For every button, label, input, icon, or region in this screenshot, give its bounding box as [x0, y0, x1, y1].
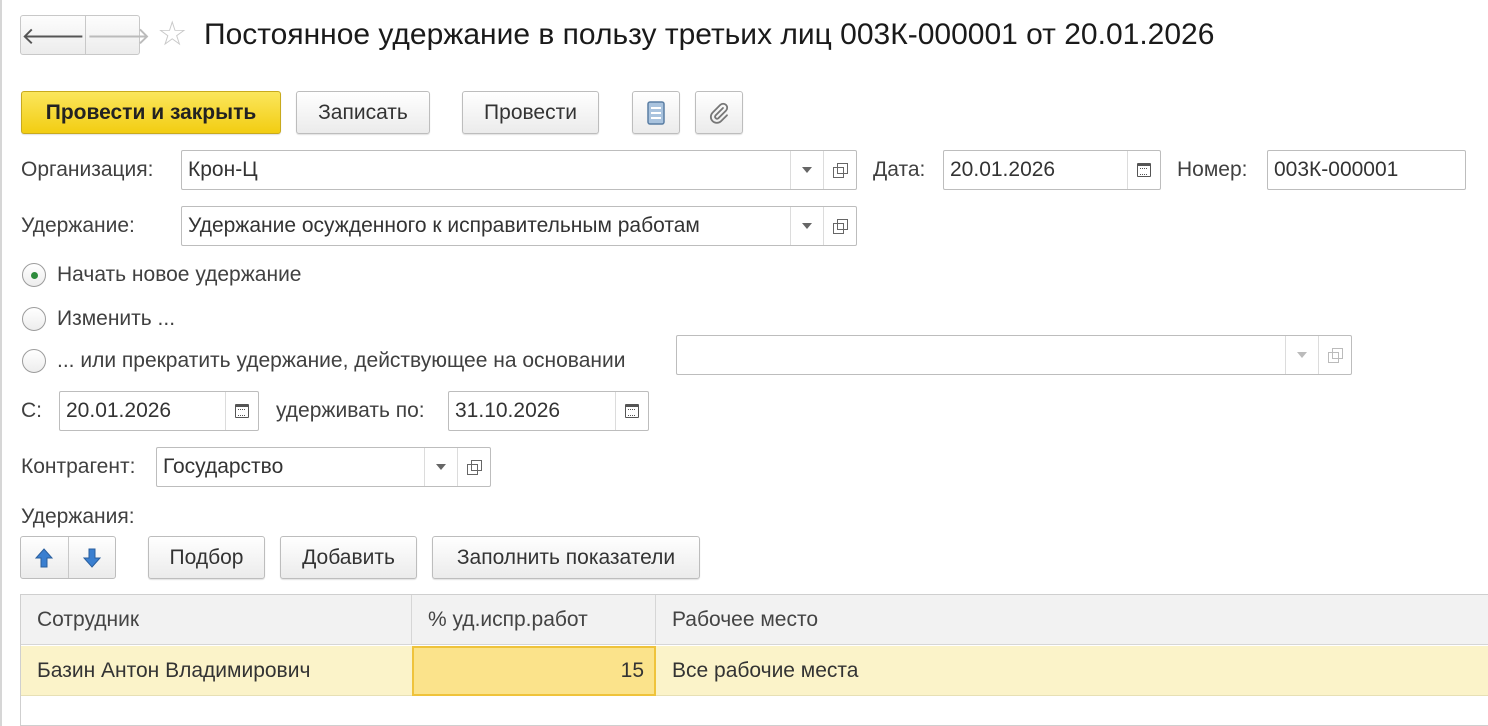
date-label: Дата:	[873, 158, 926, 181]
pick-button[interactable]: Подбор	[148, 536, 265, 579]
navigation-group: 🡐 🡒	[20, 15, 151, 55]
back-button[interactable]: 🡐	[21, 16, 85, 54]
radio-new-deduction[interactable]	[22, 263, 46, 287]
from-label: С:	[21, 399, 42, 422]
arrow-right-icon: 🡒	[86, 21, 151, 50]
basis-document-field[interactable]	[676, 335, 1352, 375]
calendar-icon	[625, 404, 639, 418]
chevron-down-icon	[1297, 352, 1307, 358]
number-value[interactable]: 003К-000001	[1268, 151, 1465, 189]
from-date-field[interactable]: 20.01.2026	[59, 391, 259, 431]
organization-field[interactable]: Крон-Ц	[181, 150, 857, 190]
date-calendar-button[interactable]	[1127, 151, 1160, 189]
calendar-icon	[235, 404, 249, 418]
arrow-down-icon	[82, 548, 101, 568]
table-row[interactable]: Базин Антон Владимирович 15 Все рабочие …	[21, 646, 1488, 696]
counterparty-value[interactable]: Государство	[157, 448, 424, 486]
open-form-icon	[467, 460, 482, 475]
radio-terminate-label[interactable]: ... или прекратить удержание, действующе…	[57, 348, 625, 374]
table-header: Сотрудник % уд.испр.работ Рабочее место	[21, 595, 1488, 645]
until-label: удерживать по:	[276, 399, 425, 422]
until-calendar-button[interactable]	[615, 392, 648, 430]
radio-terminate[interactable]	[22, 349, 46, 373]
cell-percent[interactable]: 15	[412, 646, 656, 696]
basis-document-value[interactable]	[677, 336, 1285, 374]
from-calendar-button[interactable]	[225, 392, 258, 430]
deductions-table: Сотрудник % уд.испр.работ Рабочее место …	[20, 594, 1488, 726]
deductions-section-label: Удержания:	[21, 505, 135, 528]
number-label: Номер:	[1177, 158, 1248, 181]
counterparty-dropdown-button[interactable]	[424, 448, 457, 486]
deduction-open-button[interactable]	[823, 207, 856, 245]
arrow-left-icon: 🡐	[21, 21, 86, 50]
open-form-icon	[833, 219, 848, 234]
calendar-icon	[1137, 163, 1151, 177]
deduction-dropdown-button[interactable]	[790, 207, 823, 245]
until-date-value[interactable]: 31.10.2026	[449, 392, 615, 430]
document-list-icon	[647, 100, 665, 125]
favorite-star-icon[interactable]: ☆	[157, 14, 187, 54]
column-header-percent[interactable]: % уд.испр.работ	[412, 595, 656, 645]
radio-change[interactable]	[22, 307, 46, 331]
radio-new-deduction-label[interactable]: Начать новое удержание	[57, 262, 301, 288]
organization-open-button[interactable]	[823, 151, 856, 189]
move-down-button[interactable]	[67, 537, 116, 578]
counterparty-label: Контрагент:	[21, 455, 136, 478]
forward-button[interactable]: 🡒	[85, 16, 151, 54]
attach-button[interactable]	[695, 91, 743, 134]
add-button[interactable]: Добавить	[280, 536, 417, 579]
report-button[interactable]	[632, 91, 680, 134]
move-buttons-group	[20, 536, 116, 579]
arrow-up-icon	[35, 547, 54, 567]
until-date-field[interactable]: 31.10.2026	[448, 391, 649, 431]
fill-indicators-button[interactable]: Заполнить показатели	[432, 536, 700, 579]
cell-workplace[interactable]: Все рабочие места	[656, 646, 1488, 696]
post-button[interactable]: Провести	[462, 91, 599, 134]
paperclip-icon	[710, 102, 729, 124]
open-form-icon	[1328, 348, 1343, 363]
basis-dropdown-button[interactable]	[1285, 336, 1318, 374]
organization-value[interactable]: Крон-Ц	[182, 151, 790, 189]
column-header-employee[interactable]: Сотрудник	[21, 595, 412, 645]
counterparty-open-button[interactable]	[457, 448, 490, 486]
number-field[interactable]: 003К-000001	[1267, 150, 1466, 190]
cell-employee[interactable]: Базин Антон Владимирович	[21, 646, 412, 696]
from-date-value[interactable]: 20.01.2026	[60, 392, 225, 430]
chevron-down-icon	[802, 167, 812, 173]
counterparty-field[interactable]: Государство	[156, 447, 491, 487]
radio-change-label[interactable]: Изменить ...	[57, 306, 175, 332]
chevron-down-icon	[436, 464, 446, 470]
basis-open-button[interactable]	[1318, 336, 1351, 374]
deduction-field[interactable]: Удержание осужденного к исправительным р…	[181, 206, 857, 246]
deduction-value[interactable]: Удержание осужденного к исправительным р…	[182, 207, 790, 245]
window-border	[0, 0, 2, 726]
date-field[interactable]: 20.01.2026	[943, 150, 1161, 190]
page-title: Постоянное удержание в пользу третьих ли…	[204, 18, 1215, 51]
organization-label: Организация:	[21, 158, 154, 181]
save-button[interactable]: Записать	[296, 91, 430, 134]
move-up-button[interactable]	[21, 537, 68, 578]
post-and-close-button[interactable]: Провести и закрыть	[21, 91, 281, 134]
column-header-workplace[interactable]: Рабочее место	[656, 595, 1488, 645]
open-form-icon	[833, 163, 848, 178]
deduction-label: Удержание:	[21, 214, 135, 237]
date-value[interactable]: 20.01.2026	[944, 151, 1127, 189]
organization-dropdown-button[interactable]	[790, 151, 823, 189]
chevron-down-icon	[802, 223, 812, 229]
